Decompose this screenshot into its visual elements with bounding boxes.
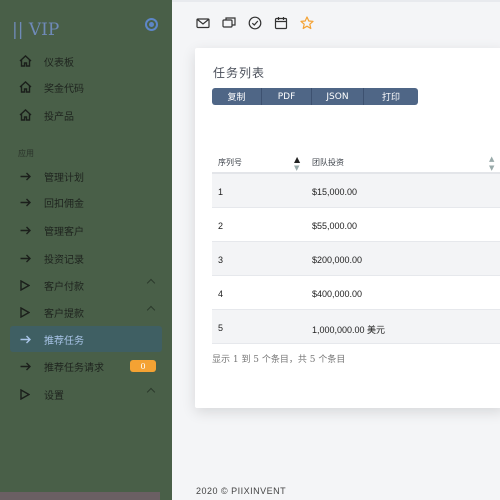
pdf-button[interactable]: PDF (262, 88, 312, 105)
sidebar-toggle-icon[interactable] (145, 18, 158, 31)
sort-desc-icon[interactable]: ▼ (294, 164, 299, 172)
task-table: 序列号 ▲ ▼ 团队投资 ▲ ▼ 1 $15,000.00 2 $55,000.… (212, 151, 500, 344)
column-header-investment[interactable]: 团队投资 (312, 157, 344, 168)
sort-asc-icon[interactable]: ▲ (489, 155, 494, 163)
cell-investment: $55,000.00 (312, 221, 358, 231)
topbar-icons (196, 16, 314, 30)
sidebar-item-manage-plans[interactable]: 管理计划 (10, 163, 162, 189)
play-icon (16, 279, 34, 291)
arrow-right-icon (16, 362, 34, 371)
chevron-up-icon (146, 387, 156, 397)
json-button[interactable]: JSON (312, 88, 364, 105)
sidebar-item-label: 奖金代码 (44, 83, 84, 95)
sidebar-item-label: 客户付款 (44, 281, 84, 293)
table-info: 显示 1 到 5 个条目，共 5 个条目 (212, 355, 346, 365)
play-icon (16, 306, 34, 318)
arrow-right-icon (16, 335, 34, 344)
export-button-group: 复制 PDF JSON 打印 (212, 88, 418, 105)
column-header-serial[interactable]: 序列号 (218, 157, 242, 168)
copy-button[interactable]: 复制 (212, 88, 262, 105)
bottom-strip (0, 492, 160, 500)
count-badge: 0 (130, 360, 156, 372)
sidebar-item-bonus-code[interactable]: 奖金代码 (10, 74, 162, 100)
check-circle-icon[interactable] (248, 16, 262, 30)
sidebar-item-investment-records[interactable]: 投资记录 (10, 245, 162, 271)
chat-icon[interactable] (222, 16, 236, 30)
cell-investment: 1,000,000.00 美元 (312, 325, 386, 335)
chevron-up-icon (146, 305, 156, 315)
home-icon (16, 81, 34, 93)
arrow-right-icon (16, 172, 34, 181)
print-button[interactable]: 打印 (364, 88, 418, 105)
sidebar: || VIP 仪表板 奖金代码 投产品 应用 管理计划 回扣佣金 管理客户 投资… (0, 0, 172, 500)
sort-asc-icon[interactable]: ▲ (294, 155, 300, 164)
sidebar-item-products[interactable]: 投产品 (10, 102, 162, 128)
sidebar-item-label: 仪表板 (44, 57, 74, 69)
chevron-up-icon (146, 278, 156, 288)
mail-icon[interactable] (196, 16, 210, 30)
sidebar-item-rebate[interactable]: 回扣佣金 (10, 189, 162, 215)
sidebar-item-customer-withdrawals[interactable]: 客户提款 (10, 299, 162, 325)
sidebar-item-label: 客户提款 (44, 308, 84, 320)
cell-investment: $200,000.00 (312, 255, 363, 265)
table-row: 1 $15,000.00 (212, 174, 500, 208)
cell-serial: 5 (218, 323, 224, 333)
sort-desc-icon[interactable]: ▼ (489, 164, 494, 172)
sidebar-item-customer-payments[interactable]: 客户付款 (10, 272, 162, 298)
home-icon (16, 109, 34, 121)
brand-logo[interactable]: || VIP (12, 20, 59, 40)
sidebar-item-label: 回扣佣金 (44, 198, 84, 210)
table-row: 5 1,000,000.00 美元 (212, 310, 500, 344)
cell-serial: 2 (218, 221, 224, 231)
sidebar-item-dashboard[interactable]: 仪表板 (10, 48, 162, 74)
sidebar-item-label: 管理客户 (44, 226, 84, 238)
arrow-right-icon (16, 254, 34, 263)
sidebar-item-label: 投资记录 (44, 254, 84, 266)
card-title: 任务列表 (213, 66, 266, 80)
table-row: 3 $200,000.00 (212, 242, 500, 276)
home-icon (16, 55, 34, 67)
cell-serial: 1 (218, 187, 224, 197)
cell-investment: $15,000.00 (312, 187, 358, 197)
arrow-right-icon (16, 226, 34, 235)
table-row: 4 $400,000.00 (212, 276, 500, 310)
sidebar-item-referral-task-requests[interactable]: 推荐任务请求 0 (10, 353, 162, 379)
sidebar-item-manage-customers[interactable]: 管理客户 (10, 217, 162, 243)
sidebar-item-label: 推荐任务 (44, 335, 84, 347)
calendar-icon[interactable] (274, 16, 288, 30)
section-label-apps: 应用 (18, 149, 34, 158)
table-row: 2 $55,000.00 (212, 208, 500, 242)
sidebar-item-settings[interactable]: 设置 (10, 381, 162, 407)
cell-investment: $400,000.00 (312, 289, 363, 299)
task-list-card: 任务列表 复制 PDF JSON 打印 序列号 ▲ ▼ 团队投资 ▲ ▼ 1 $… (195, 48, 500, 408)
sidebar-item-label: 设置 (44, 390, 64, 402)
sidebar-item-referral-tasks[interactable]: 推荐任务 (10, 326, 162, 352)
footer-copyright: 2020 © PIIXINVENT (196, 486, 287, 496)
sidebar-item-label: 推荐任务请求 (44, 362, 104, 374)
sidebar-item-label: 投产品 (44, 111, 74, 123)
sidebar-item-label: 管理计划 (44, 172, 84, 184)
cell-serial: 4 (218, 289, 224, 299)
table-header: 序列号 ▲ ▼ 团队投资 ▲ ▼ (212, 151, 500, 174)
cell-serial: 3 (218, 255, 224, 265)
arrow-right-icon (16, 198, 34, 207)
topbar-divider (172, 0, 500, 2)
play-icon (16, 388, 34, 400)
star-icon[interactable] (300, 16, 314, 30)
